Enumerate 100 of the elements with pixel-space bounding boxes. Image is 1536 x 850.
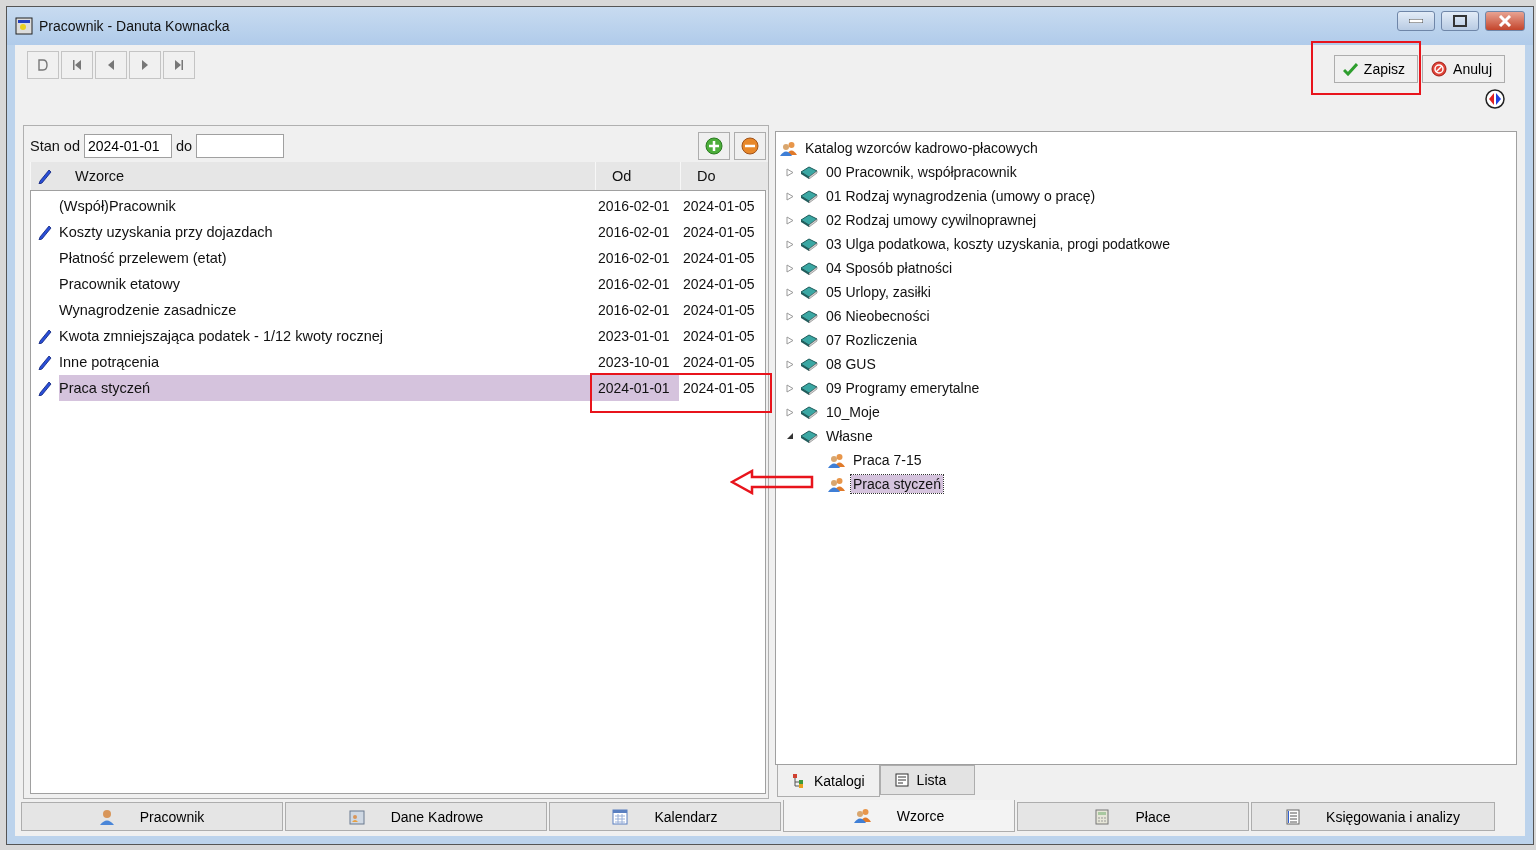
expand-triangle-icon[interactable]	[786, 311, 794, 321]
tree-item[interactable]: 04 Sposób płatności	[824, 259, 955, 277]
expand-triangle-icon[interactable]	[786, 335, 794, 345]
tree-item[interactable]: 01 Rodzaj wynagrodzenia (umowy o pracę)	[824, 187, 1098, 205]
book-icon	[800, 237, 818, 251]
window-title: Pracownik - Danuta Kownacka	[39, 18, 231, 34]
book-icon	[800, 285, 818, 299]
template-name: Pracownik etatowy	[59, 276, 180, 292]
column-header[interactable]: Wzorce	[75, 168, 125, 184]
table-row[interactable]: (Współ)Pracownik	[59, 193, 594, 219]
expand-triangle-icon[interactable]	[786, 263, 794, 273]
navigation-button[interactable]	[27, 51, 59, 79]
people-icon	[780, 140, 797, 156]
table-cell-text: 2024-01-05	[682, 353, 756, 372]
column-header[interactable]: Do	[697, 168, 716, 184]
table-cell-text: 2024-01-05	[682, 327, 756, 346]
people-icon	[828, 476, 845, 492]
cancel-button[interactable]: Anuluj	[1422, 55, 1505, 83]
add-button[interactable]	[698, 132, 730, 160]
tree-root[interactable]: Katalog wzorców kadrowo-płacowych	[803, 139, 1040, 157]
book-icon	[800, 213, 818, 227]
ledger-icon	[1286, 808, 1301, 825]
module-tab[interactable]: Księgowania i analizy	[1251, 802, 1495, 831]
tree-item[interactable]: 09 Programy emerytalne	[824, 379, 982, 397]
navigation-button[interactable]	[129, 51, 161, 79]
navigation-button[interactable]	[95, 51, 127, 79]
first-record-icon	[72, 59, 82, 71]
tree-item[interactable]: 00 Pracownik, współpracownik	[824, 163, 1019, 181]
table-row[interactable]: Inne potrącenia	[59, 349, 594, 375]
hierarchy-icon	[792, 772, 806, 789]
minimize-button[interactable]	[1397, 11, 1435, 31]
pencil-icon	[37, 168, 53, 184]
last-record-icon	[174, 59, 184, 71]
table-cell-text: 2024-01-05	[682, 249, 756, 268]
table-row[interactable]: Pracownik etatowy	[59, 271, 594, 297]
collapse-triangle-icon[interactable]	[786, 431, 794, 441]
table-cell-text: 2024-01-05	[682, 301, 756, 320]
expand-triangle-icon[interactable]	[786, 359, 794, 369]
new-record-icon	[38, 59, 48, 71]
checkmark-icon	[1342, 62, 1358, 76]
pencil-icon	[37, 224, 53, 240]
table-row[interactable]: Wynagrodzenie zasadnicze	[59, 297, 594, 323]
date-to-label: do	[176, 138, 193, 154]
tree-item[interactable]: 07 Rozliczenia	[824, 331, 920, 349]
table-row[interactable]: Praca styczeń	[59, 375, 594, 401]
navigation-button[interactable]	[61, 51, 93, 79]
maximize-icon	[1453, 15, 1467, 27]
navigation-button[interactable]	[163, 51, 195, 79]
date-from-field[interactable]: 2024-01-01	[84, 134, 172, 158]
module-tab[interactable]: Płace	[1017, 802, 1249, 831]
expand-triangle-icon[interactable]	[786, 407, 794, 417]
tree-item[interactable]: Praca styczeń	[851, 475, 943, 493]
table-row[interactable]: Koszty uzyskania przy dojazdach	[59, 219, 594, 245]
table-cell-text: 2016-02-01	[597, 223, 671, 242]
expand-triangle-icon[interactable]	[786, 167, 794, 177]
table-cell-text: 2023-01-01	[597, 327, 671, 346]
next-record-icon	[141, 59, 149, 71]
module-tab[interactable]: Kalendarz	[549, 802, 781, 831]
table-row[interactable]: Płatność przelewem (etat)	[59, 245, 594, 271]
date-to-field[interactable]	[196, 134, 285, 158]
module-tab[interactable]: Pracownik	[21, 802, 283, 831]
column-header[interactable]: Od	[612, 168, 632, 184]
template-name: Kwota zmniejszająca podatek - 1/12 kwoty rocznej	[59, 328, 383, 344]
panel-tab[interactable]: Lista	[879, 765, 976, 795]
expand-triangle-icon[interactable]	[786, 239, 794, 249]
module-tab[interactable]: Wzorce	[783, 800, 1015, 832]
tree-item[interactable]: 02 Rodzaj umowy cywilnoprawnej	[824, 211, 1039, 229]
close-button[interactable]	[1485, 11, 1525, 31]
panel-tab[interactable]: Katalogi	[777, 765, 880, 797]
template-name: Koszty uzyskania przy dojazdach	[59, 224, 273, 240]
expand-triangle-icon[interactable]	[786, 191, 794, 201]
table-cell-text: 2016-02-01	[597, 249, 671, 268]
maximize-button[interactable]	[1441, 11, 1479, 31]
module-tab[interactable]: Dane Kadrowe	[285, 802, 547, 831]
pencil-icon	[37, 328, 53, 344]
expand-triangle-icon[interactable]	[786, 287, 794, 297]
app-icon	[15, 17, 33, 35]
remove-button[interactable]	[734, 132, 766, 160]
table-row[interactable]: Kwota zmniejszająca podatek - 1/12 kwoty rocznej	[59, 323, 594, 349]
template-name: Inne potrącenia	[59, 354, 159, 370]
person-icon	[99, 808, 114, 825]
tree-item[interactable]: 05 Urlopy, zasiłki	[824, 283, 933, 301]
remove-icon	[741, 137, 759, 155]
calculator-icon	[1095, 808, 1110, 825]
list-icon	[894, 773, 909, 787]
expand-triangle-icon[interactable]	[786, 215, 794, 225]
tree-item[interactable]: 03 Ulga podatkowa, koszty uzyskania, progi podatkowe	[824, 235, 1172, 253]
book-icon	[800, 165, 818, 179]
tree-item[interactable]: Praca 7-15	[851, 451, 924, 469]
tree-item[interactable]: Własne	[824, 427, 875, 445]
previous-record-icon	[107, 59, 115, 71]
expand-triangle-icon[interactable]	[786, 383, 794, 393]
tree-item[interactable]: 08 GUS	[824, 355, 878, 373]
save-button[interactable]: Zapisz	[1333, 55, 1419, 83]
split-arrows-icon[interactable]	[1485, 89, 1505, 109]
tree-item[interactable]: 06 Nieobecności	[824, 307, 932, 325]
tree-item[interactable]: 10_Moje	[824, 403, 882, 421]
book-icon	[800, 381, 818, 395]
table-cell-text: 2023-10-01	[597, 353, 671, 372]
calendar-icon	[612, 808, 629, 825]
